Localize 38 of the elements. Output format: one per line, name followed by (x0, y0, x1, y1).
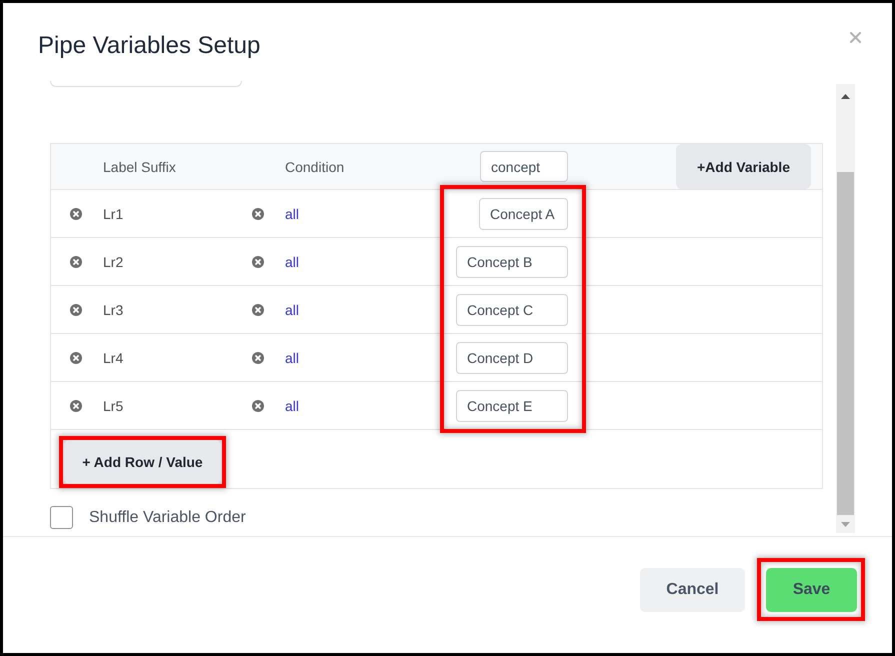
remove-icon[interactable] (252, 400, 264, 412)
value-input[interactable]: Concept B (456, 246, 568, 278)
value-input[interactable]: Concept C (456, 294, 568, 326)
column-header: Condition (285, 158, 344, 174)
remove-icon[interactable] (252, 256, 264, 268)
condition-link[interactable]: all (285, 206, 300, 222)
remove-icon[interactable] (252, 208, 264, 220)
remove-icon[interactable] (252, 352, 264, 364)
value-input[interactable]: Concept D (456, 342, 568, 374)
label-suffix: Lr4 (103, 350, 124, 366)
remove-icon[interactable] (70, 400, 82, 412)
add-variable-button[interactable]: +Add Variable (676, 144, 811, 189)
scrollbar-thumb[interactable] (837, 172, 854, 515)
label-suffix: Lr1 (103, 206, 124, 222)
value-input[interactable]: Concept E (456, 390, 568, 422)
condition-link[interactable]: all (285, 398, 300, 414)
variable-name-input[interactable]: concept (480, 151, 568, 182)
label-suffix: Lr2 (103, 254, 124, 270)
remove-icon[interactable] (70, 352, 82, 364)
remove-icon[interactable] (70, 304, 82, 316)
value-input[interactable]: Concept A (479, 198, 568, 230)
condition-link[interactable]: all (285, 254, 300, 270)
scroll-up-icon[interactable] (841, 94, 850, 99)
checkbox[interactable] (50, 506, 73, 529)
remove-icon[interactable] (70, 208, 82, 220)
label-suffix: Lr5 (103, 398, 124, 414)
label-suffix: Lr3 (103, 302, 124, 318)
condition-link[interactable]: all (285, 350, 300, 366)
save-button[interactable]: Save (766, 568, 857, 612)
column-header: Label Suffix (103, 158, 176, 174)
cancel-button[interactable]: Cancel (640, 568, 745, 612)
add-row-button[interactable]: + Add Row / Value (65, 440, 220, 484)
checkbox-label: Shuffle Variable Order (89, 508, 246, 526)
remove-icon[interactable] (70, 256, 82, 268)
input-field[interactable] (50, 81, 242, 87)
remove-icon[interactable] (252, 304, 264, 316)
condition-link[interactable]: all (285, 302, 300, 318)
dialog-title: Pipe Variables Setup (38, 31, 260, 61)
